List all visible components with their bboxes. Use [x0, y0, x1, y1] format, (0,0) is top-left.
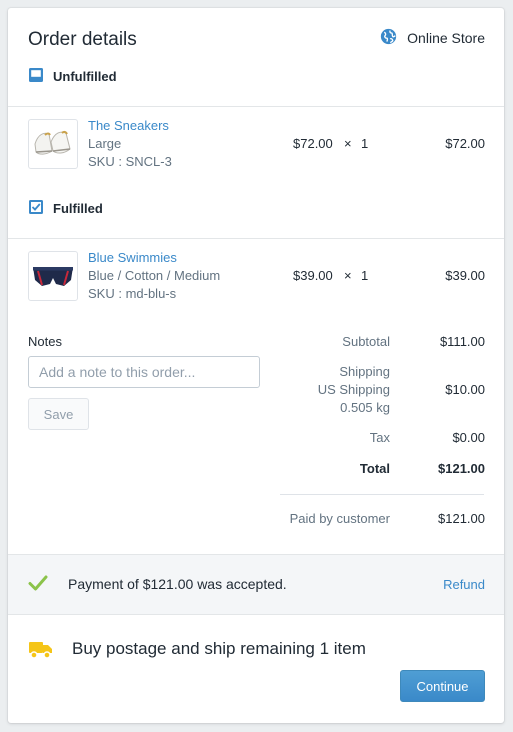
product-variant: Large — [88, 136, 122, 151]
sales-channel-label: Online Store — [407, 30, 485, 46]
shipping-value: $10.00 — [445, 382, 485, 397]
order-details-card: Order details Online Store Unfulfilled T… — [8, 8, 504, 723]
product-variant: Blue / Cotton / Medium — [88, 268, 221, 283]
continue-button[interactable]: Continue — [400, 670, 485, 702]
divider — [8, 238, 504, 239]
tax-value: $0.00 — [452, 430, 485, 445]
multiply-sign: × — [344, 136, 352, 151]
ship-remaining-message: Buy postage and ship remaining 1 item — [72, 639, 366, 658]
payment-message: Payment of $121.00 was accepted. — [68, 576, 287, 592]
line-total: $39.00 — [445, 268, 485, 283]
fulfilled-label: Fulfilled — [53, 201, 103, 216]
order-note-input[interactable] — [28, 356, 260, 388]
product-thumbnail-sneakers[interactable] — [28, 119, 78, 169]
divider — [8, 106, 504, 107]
globe-icon — [380, 28, 397, 48]
line-total: $72.00 — [445, 136, 485, 151]
unfulfilled-status: Unfulfilled — [28, 67, 117, 86]
paid-by-customer-label: Paid by customer — [289, 511, 390, 526]
inbox-icon — [28, 67, 44, 86]
notes-label: Notes — [28, 334, 62, 349]
product-link-swimmies[interactable]: Blue Swimmies — [88, 250, 177, 265]
total-value: $121.00 — [438, 461, 485, 476]
product-quantity: 1 — [361, 136, 369, 151]
page-title: Order details — [28, 29, 137, 50]
shipping-method: US Shipping — [317, 382, 390, 397]
shipping-label: Shipping — [339, 364, 390, 379]
product-price: $39.00 — [293, 268, 333, 283]
checkmark-icon — [28, 574, 48, 595]
subtotal-label: Subtotal — [342, 334, 390, 349]
tax-label: Tax — [369, 430, 390, 445]
product-thumbnail-swimmies[interactable] — [28, 251, 78, 301]
sales-channel: Online Store — [380, 28, 485, 48]
multiply-sign: × — [344, 268, 352, 283]
product-quantity: 1 — [361, 268, 369, 283]
payment-status-banner: Payment of $121.00 was accepted. Refund — [8, 554, 504, 615]
unfulfilled-label: Unfulfilled — [53, 69, 117, 84]
product-sku: SKU : md-blu-s — [88, 286, 177, 301]
checkbox-checked-icon — [28, 199, 44, 218]
product-link-sneakers[interactable]: The Sneakers — [88, 118, 169, 133]
product-sku: SKU : SNCL-3 — [88, 154, 172, 169]
fulfilled-status: Fulfilled — [28, 199, 103, 218]
truck-icon — [28, 640, 54, 663]
total-label: Total — [359, 461, 390, 476]
product-price: $72.00 — [293, 136, 333, 151]
paid-by-customer-value: $121.00 — [438, 511, 485, 526]
refund-link[interactable]: Refund — [443, 577, 485, 592]
summary-divider — [280, 494, 484, 495]
save-note-button[interactable]: Save — [28, 398, 89, 430]
subtotal-value: $111.00 — [439, 334, 485, 349]
shipping-weight: 0.505 kg — [340, 400, 390, 415]
